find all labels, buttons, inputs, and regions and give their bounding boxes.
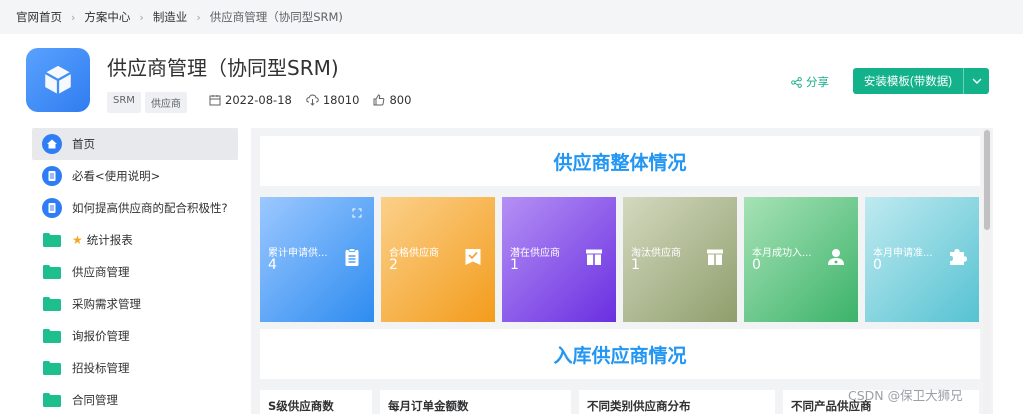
install-dropdown-button[interactable] <box>963 68 989 94</box>
stat-card-potential[interactable]: 潜在供应商 1 <box>502 197 616 322</box>
clipboard-icon <box>342 247 362 267</box>
sidebar: 首页 必看<使用说明> 如何提高供应商的配合积极性? ★ 统计报表 供应商管理 … <box>32 128 238 414</box>
stat-cards: 累计申请供... 4 合格供应商 2 潜在供应商 1 淘汰供应商 1 本月成功入… <box>260 197 979 322</box>
chart-card-category-distribution: 不同类别供应商分布 <box>579 390 775 414</box>
meta-info: 2022-08-18 18010 800 <box>209 93 425 107</box>
breadcrumb-solutions[interactable]: 方案中心 <box>84 9 130 25</box>
sidebar-item-contract[interactable]: 合同管理 <box>32 384 238 414</box>
section-title-admitted: 入库供应商情况 <box>260 329 980 379</box>
sidebar-item-bidding[interactable]: 招投标管理 <box>32 352 238 384</box>
stat-card-month-applied[interactable]: 本月申请准... 0 <box>865 197 979 322</box>
folder-icon <box>42 294 62 314</box>
meta-downloads-value: 18010 <box>322 93 360 107</box>
sidebar-item-purchase-demand[interactable]: 采购需求管理 <box>32 288 238 320</box>
tag-supplier[interactable]: 供应商 <box>144 92 187 113</box>
page-title: 供应商管理（协同型SRM) <box>107 56 339 80</box>
sidebar-item-label: 合同管理 <box>72 393 118 407</box>
tag-srm[interactable]: SRM <box>107 92 141 113</box>
stat-card-value: 1 <box>510 257 519 273</box>
folder-icon <box>42 326 62 346</box>
folder-icon <box>42 358 62 378</box>
stat-card-value: 4 <box>268 257 277 273</box>
check-flag-icon <box>463 247 483 267</box>
sidebar-item-label: 统计报表 <box>86 233 133 247</box>
calendar-icon <box>209 95 221 106</box>
sidebar-item-home[interactable]: 首页 <box>32 128 238 160</box>
sidebar-item-label: 如何提高供应商的配合积极性? <box>72 201 228 215</box>
scrollbar[interactable] <box>983 128 991 414</box>
stat-card-label: 累计申请供... <box>268 248 328 259</box>
tag-list: SRM 供应商 <box>107 92 187 113</box>
stat-card-value: 0 <box>873 257 882 273</box>
sidebar-item-reports[interactable]: ★ 统计报表 <box>32 224 238 256</box>
sidebar-item-supplier-management[interactable]: 供应商管理 <box>32 256 238 288</box>
folder-icon <box>42 390 62 410</box>
stat-card-total-applied[interactable]: 累计申请供... 4 <box>260 197 374 322</box>
sidebar-item-label: 招投标管理 <box>72 361 130 375</box>
sidebar-item-guide[interactable]: 必看<使用说明> <box>32 160 238 192</box>
stat-card-label: 淘汰供应商 <box>631 248 681 259</box>
stat-card-value: 1 <box>631 257 640 273</box>
chevron-right-icon: › <box>196 10 201 24</box>
expand-icon[interactable] <box>352 207 362 221</box>
meta-downloads: 18010 <box>306 93 360 107</box>
user-icon <box>826 247 846 267</box>
sidebar-item-improve-cooperation[interactable]: 如何提高供应商的配合积极性? <box>32 192 238 224</box>
gift-icon <box>584 247 604 267</box>
stat-card-eliminated[interactable]: 淘汰供应商 1 <box>623 197 737 322</box>
sidebar-item-quotation[interactable]: 询报价管理 <box>32 320 238 352</box>
stat-card-label: 本月申请准... <box>873 248 933 259</box>
sidebar-item-label: 采购需求管理 <box>72 297 141 311</box>
share-icon <box>791 76 802 88</box>
breadcrumb-current: 供应商管理（协同型SRM) <box>209 10 343 24</box>
chart-card-s-level: S级供应商数 <box>260 390 372 414</box>
thumbs-up-icon <box>373 94 385 106</box>
breadcrumb-home[interactable]: 官网首页 <box>16 9 62 25</box>
chevron-right-icon: › <box>139 10 144 24</box>
stat-card-label: 合格供应商 <box>389 248 439 259</box>
chart-card-monthly-orders: 每月订单金额数 <box>380 390 571 414</box>
install-template-button[interactable]: 安装模板(带数据) <box>853 68 963 94</box>
meta-date-value: 2022-08-18 <box>225 93 292 107</box>
stat-card-month-admitted[interactable]: 本月成功入... 0 <box>744 197 858 322</box>
dashboard-panel: 供应商整体情况 累计申请供... 4 合格供应商 2 潜在供应商 1 淘汰供应商… <box>251 128 993 414</box>
sidebar-item-label: 必看<使用说明> <box>72 169 161 183</box>
meta-likes: 800 <box>373 93 411 107</box>
scrollbar-thumb[interactable] <box>984 130 990 230</box>
stat-card-label: 潜在供应商 <box>510 248 560 259</box>
section-title-overall: 供应商整体情况 <box>260 136 980 186</box>
app-cube-icon <box>26 48 90 112</box>
breadcrumb: 官网首页 › 方案中心 › 制造业 › 供应商管理（协同型SRM) <box>0 0 1023 34</box>
sidebar-item-label: 首页 <box>72 137 95 151</box>
folder-icon <box>42 230 62 250</box>
meta-likes-value: 800 <box>389 93 412 107</box>
watermark: CSDN @保卫大狮兄 <box>848 388 963 403</box>
share-label: 分享 <box>806 75 829 89</box>
breadcrumb-manufacturing[interactable]: 制造业 <box>153 9 188 25</box>
gift-icon <box>705 247 725 267</box>
chevron-down-icon <box>972 78 981 84</box>
puzzle-icon <box>947 247 967 267</box>
document-icon <box>42 198 62 218</box>
document-icon <box>42 166 62 186</box>
folder-icon <box>42 262 62 282</box>
sidebar-item-label: 询报价管理 <box>72 329 130 343</box>
meta-date: 2022-08-18 <box>209 93 292 107</box>
chevron-right-icon: › <box>71 10 76 24</box>
stat-card-value: 0 <box>752 257 761 273</box>
stat-card-label: 本月成功入... <box>752 248 812 259</box>
share-button[interactable]: 分享 <box>791 74 829 90</box>
cloud-download-icon <box>306 94 319 106</box>
stat-card-qualified[interactable]: 合格供应商 2 <box>381 197 495 322</box>
install-template-group: 安装模板(带数据) <box>853 68 989 94</box>
sidebar-item-label: 供应商管理 <box>72 265 130 279</box>
home-icon <box>42 134 62 154</box>
star-icon: ★ <box>72 233 83 247</box>
stat-card-value: 2 <box>389 257 398 273</box>
